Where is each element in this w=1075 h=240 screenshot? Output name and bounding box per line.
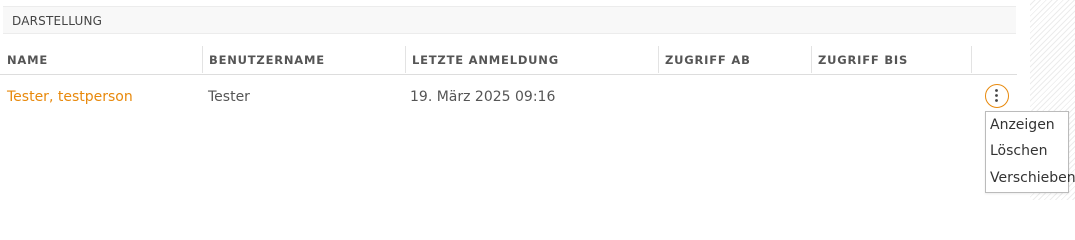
row-actions-button[interactable] — [985, 84, 1009, 108]
username-cell: Tester — [208, 89, 250, 105]
column-divider — [971, 46, 972, 73]
column-header-name[interactable]: NAME — [0, 46, 202, 74]
user-list-page: DARSTELLUNG NAME BENUTZERNAME LETZTE ANM… — [0, 0, 1075, 200]
column-header-access-from[interactable]: ZUGRIFF AB — [658, 46, 811, 74]
column-header-last-login[interactable]: LETZTE ANMELDUNG — [405, 46, 658, 74]
more-vertical-icon — [995, 89, 998, 102]
section-title: DARSTELLUNG — [12, 14, 103, 28]
section-header: DARSTELLUNG — [3, 6, 1016, 34]
row-actions-menu: Anzeigen Löschen Verschieben — [985, 111, 1075, 193]
table-header: NAME BENUTZERNAME LETZTE ANMELDUNG ZUGRI… — [0, 46, 1017, 75]
menu-item-verschieben[interactable]: Verschieben — [990, 169, 1075, 187]
menu-item-anzeigen[interactable]: Anzeigen — [990, 116, 1055, 134]
last-login-cell: 19. März 2025 09:16 — [410, 89, 556, 105]
column-header-username[interactable]: BENUTZERNAME — [202, 46, 405, 74]
column-header-access-until[interactable]: ZUGRIFF BIS — [811, 46, 971, 74]
user-name-link[interactable]: Tester, testperson — [7, 88, 133, 106]
menu-item-loeschen[interactable]: Löschen — [990, 142, 1047, 160]
